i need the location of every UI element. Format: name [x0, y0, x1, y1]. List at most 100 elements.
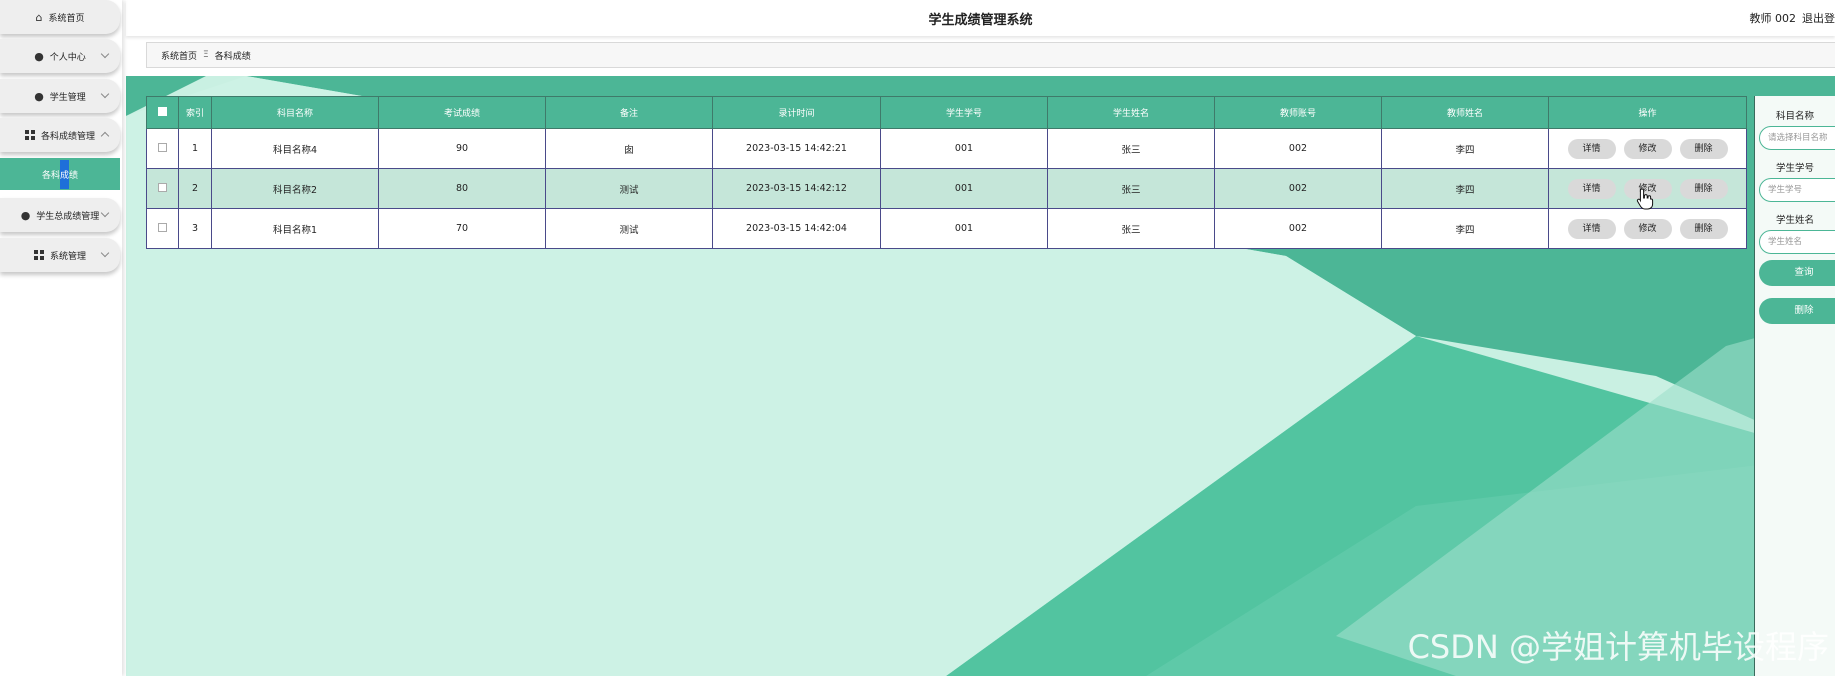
sidebar: ⌂ 系统首页 ● 个人中心 ● 学生管理 各科成绩管理 各科成绩 ● 学生总成绩… [0, 0, 122, 676]
breadcrumb-separator: Ξ [203, 50, 209, 60]
sidebar-item-student-management[interactable]: ● 学生管理 [0, 79, 120, 113]
column-header: 操作 [1548, 96, 1747, 129]
delete-button[interactable]: 删除 [1679, 178, 1728, 199]
breadcrumb: 系统首页 Ξ 各科成绩 [146, 42, 1835, 68]
row-select-cell[interactable] [146, 208, 179, 249]
delete-button[interactable]: 删除 [1679, 218, 1728, 239]
chevron-down-icon [100, 208, 110, 218]
cell-actions: 详情 修改 删除 [1548, 128, 1747, 169]
table-row: 1 科目名称4 90 囱 2023-03-15 14:42:21 001 张三 … [146, 128, 1747, 169]
cell-time: 2023-03-15 14:42:21 [712, 128, 881, 169]
table-row: 3 科目名称1 70 测试 2023-03-15 14:42:04 001 张三… [146, 208, 1747, 249]
query-button[interactable]: 查询 [1759, 260, 1835, 286]
table-header-row: 索引 科目名称 考试成绩 备注 录计时间 学生学号 学生姓名 教师账号 教师姓名… [146, 96, 1747, 129]
subject-label: 科目名称 [1775, 111, 1814, 122]
cell-teacher-no: 002 [1214, 128, 1382, 169]
column-header: 考试成绩 [378, 96, 546, 129]
app-title: 学生成绩管理系统 [928, 13, 1033, 28]
home-icon: ⌂ [35, 10, 43, 24]
detail-button[interactable]: 详情 [1567, 138, 1616, 159]
user-area: 教师 002 退出登 [1744, 10, 1835, 26]
sidebar-item-label: 各科成绩管理 [40, 131, 95, 142]
sidebar-subitem-label-selected: 成 [59, 159, 69, 189]
chevron-down-icon [100, 248, 110, 258]
scores-table: 索引 科目名称 考试成绩 备注 录计时间 学生学号 学生姓名 教师账号 教师姓名… [146, 96, 1747, 249]
student-no-label: 学生学号 [1775, 163, 1814, 174]
cell-time: 2023-03-15 14:42:04 [712, 208, 881, 249]
top-header: 学生成绩管理系统 教师 002 退出登 [126, 0, 1835, 36]
delete-button[interactable]: 删除 [1679, 138, 1728, 159]
column-header: 索引 [178, 96, 212, 129]
cell-teacher-no: 002 [1214, 208, 1382, 249]
cell-score: 70 [378, 208, 546, 249]
column-header: 学生姓名 [1047, 96, 1215, 129]
student-name-input[interactable]: 学生姓名 [1759, 230, 1835, 254]
column-header: 录计时间 [712, 96, 881, 129]
cell-note: 测试 [545, 208, 713, 249]
cell-subject: 科目名称4 [211, 128, 379, 169]
student-name-label: 学生姓名 [1775, 215, 1814, 226]
sidebar-item-label: 学生管理 [49, 92, 86, 103]
student-no-input[interactable]: 学生学号 [1759, 178, 1835, 202]
select-all-cell[interactable] [146, 96, 179, 129]
sidebar-item-label: 系统首页 [48, 13, 85, 24]
cell-score: 90 [378, 128, 546, 169]
sidebar-item-label: 系统管理 [49, 251, 86, 262]
row-select-cell[interactable] [146, 168, 179, 209]
cell-student-no: 001 [880, 208, 1048, 249]
person-icon: ● [34, 49, 44, 63]
sidebar-item-label: 个人中心 [49, 52, 86, 63]
detail-button[interactable]: 详情 [1567, 218, 1616, 239]
breadcrumb-current: 各科成绩 [214, 51, 251, 62]
subject-select[interactable]: 请选择科目名称 [1759, 126, 1835, 150]
person-icon: ● [20, 208, 31, 222]
watermark-text: CSDN @学姐计算机毕设程序 [1407, 628, 1829, 666]
cell-subject: 科目名称2 [211, 168, 379, 209]
cell-teacher-no: 002 [1214, 168, 1382, 209]
chevron-down-icon [100, 89, 110, 99]
hand-cursor-icon [1636, 188, 1654, 210]
grid-icon [33, 250, 44, 260]
cell-student-no: 001 [880, 128, 1048, 169]
cell-teacher-name: 李四 [1381, 168, 1549, 209]
search-panel: 科目名称 请选择科目名称 学生学号 学生学号 学生姓名 学生姓名 查询 删除 [1754, 96, 1835, 676]
sidebar-item-system-management[interactable]: 系统管理 [0, 238, 120, 272]
column-header: 科目名称 [211, 96, 379, 129]
cell-student-name: 张三 [1047, 168, 1215, 209]
logout-link[interactable]: 退出登 [1802, 12, 1835, 25]
sidebar-item-personal-center[interactable]: ● 个人中心 [0, 39, 120, 73]
table-row: 2 科目名称2 80 测试 2023-03-15 14:42:12 001 张三… [146, 168, 1747, 209]
cell-index: 2 [178, 168, 212, 209]
sidebar-item-label: 学生总成绩管理 [36, 211, 100, 222]
cell-actions: 详情 修改 删除 [1548, 208, 1747, 249]
cell-student-name: 张三 [1047, 128, 1215, 169]
cell-teacher-name: 李四 [1381, 128, 1549, 169]
cell-time: 2023-03-15 14:42:12 [712, 168, 881, 209]
cell-note: 测试 [545, 168, 713, 209]
breadcrumb-home[interactable]: 系统首页 [161, 49, 197, 62]
row-checkbox[interactable] [158, 182, 167, 192]
cell-subject: 科目名称1 [211, 208, 379, 249]
edit-button[interactable]: 修改 [1623, 218, 1672, 239]
row-checkbox[interactable] [158, 222, 167, 232]
chevron-down-icon [100, 49, 110, 59]
sidebar-item-subject-score-management[interactable]: 各科成绩管理 [0, 118, 120, 152]
batch-delete-button[interactable]: 删除 [1759, 298, 1835, 324]
row-select-cell[interactable] [146, 128, 179, 169]
row-checkbox[interactable] [158, 142, 167, 152]
select-all-checkbox[interactable] [158, 106, 167, 116]
detail-button[interactable]: 详情 [1567, 178, 1616, 199]
cell-index: 1 [178, 128, 212, 169]
cell-teacher-name: 李四 [1381, 208, 1549, 249]
sidebar-item-total-score-management[interactable]: ● 学生总成绩管理 [0, 198, 120, 232]
sidebar-subitem-subject-scores[interactable]: 各科成绩 [0, 158, 120, 190]
scores-table-container: 索引 科目名称 考试成绩 备注 录计时间 学生学号 学生姓名 教师账号 教师姓名… [146, 96, 1747, 249]
column-header: 教师账号 [1214, 96, 1382, 129]
column-header: 学生学号 [880, 96, 1048, 129]
grid-icon [24, 130, 35, 140]
cell-note: 囱 [545, 128, 713, 169]
edit-button[interactable]: 修改 [1623, 138, 1672, 159]
sidebar-item-home[interactable]: ⌂ 系统首页 [0, 0, 120, 34]
sidebar-subitem-label: 各科 [41, 170, 60, 181]
person-icon: ● [34, 89, 44, 103]
